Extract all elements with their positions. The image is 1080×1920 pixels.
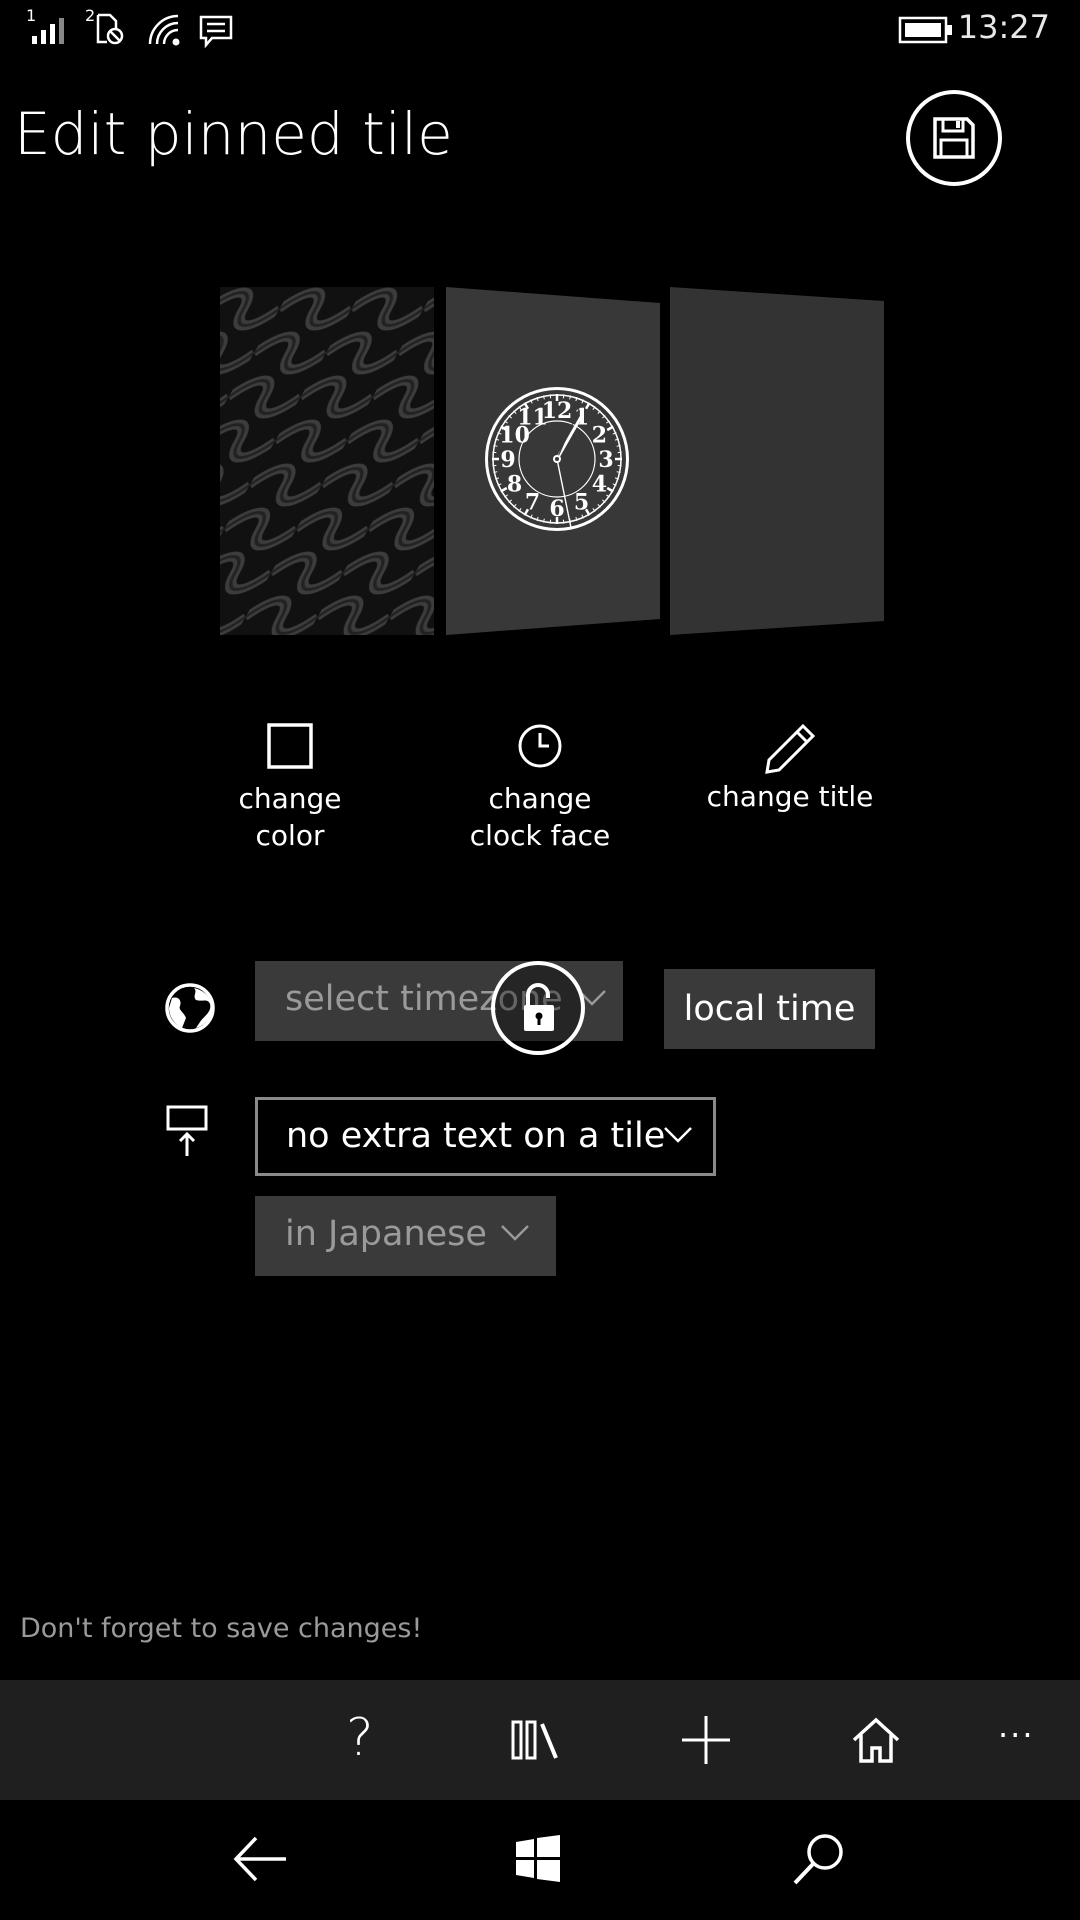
app-bar: ? ··· xyxy=(0,1680,1080,1800)
change-clock-face-label-2: clock face xyxy=(469,819,611,852)
change-title-button[interactable]: change title xyxy=(680,722,900,815)
home-button[interactable] xyxy=(846,1680,906,1800)
chevron-down-icon xyxy=(664,1127,692,1143)
home-icon xyxy=(852,1717,900,1763)
change-color-label-1: change xyxy=(238,782,342,815)
lock-button[interactable] xyxy=(491,961,585,1055)
pencil-icon xyxy=(765,723,816,774)
tile-preview-clock[interactable]: 12 1 2 3 4 5 6 7 8 9 10 11 xyxy=(440,287,666,635)
language-dropdown[interactable]: in Japanese xyxy=(255,1196,556,1276)
status-bar: 1 2 13:27 xyxy=(0,0,1080,60)
clock-number: 6 xyxy=(549,496,564,522)
more-icon: ··· xyxy=(998,1716,1035,1754)
clock-tile: 12 1234567891011 xyxy=(446,287,660,635)
help-icon: ? xyxy=(346,1708,374,1768)
message-icon xyxy=(199,15,233,48)
save-reminder-text: Don't forget to save changes! xyxy=(20,1613,423,1644)
tile-text-icon xyxy=(166,1105,208,1156)
add-button[interactable] xyxy=(676,1680,736,1800)
clock-number: 4 xyxy=(592,472,607,498)
chevron-down-icon xyxy=(501,1225,529,1241)
sim2-no-service-icon xyxy=(96,13,124,45)
change-clock-face-label-1: change xyxy=(488,782,592,815)
navigation-bar xyxy=(0,1800,1080,1920)
back-icon[interactable] xyxy=(232,1834,288,1884)
library-button[interactable] xyxy=(506,1680,566,1800)
change-color-label-2: color xyxy=(255,819,325,852)
clock-number: 11 xyxy=(517,405,548,431)
wave-pattern xyxy=(220,287,434,635)
clock-face-icon: 12 1234567891011 xyxy=(485,387,629,531)
floppy-disk-icon xyxy=(933,117,975,159)
local-time-button[interactable]: local time xyxy=(664,969,875,1049)
windows-icon[interactable] xyxy=(514,1834,562,1884)
save-button[interactable] xyxy=(906,90,1002,186)
help-button[interactable]: ? xyxy=(334,1680,394,1800)
tile-preview-pattern[interactable] xyxy=(220,287,434,635)
clock-number: 7 xyxy=(525,489,540,515)
more-button[interactable]: ··· xyxy=(990,1680,1050,1800)
change-color-button[interactable]: change color xyxy=(180,722,400,854)
clock-number: 3 xyxy=(598,447,613,473)
wifi-icon xyxy=(148,14,180,46)
change-title-label: change title xyxy=(706,780,874,813)
search-icon[interactable] xyxy=(792,1832,846,1886)
status-time: 13:27 xyxy=(957,8,1050,46)
blank-tile xyxy=(670,287,884,635)
clock-icon xyxy=(518,724,562,768)
clock-number: 2 xyxy=(592,423,607,449)
clock-number: 5 xyxy=(574,489,589,515)
square-icon xyxy=(267,723,313,769)
globe-icon xyxy=(165,983,215,1033)
tile-preview-blank[interactable] xyxy=(668,287,886,635)
change-clock-face-button[interactable]: change clock face xyxy=(430,722,650,854)
clock-number: 9 xyxy=(500,447,515,473)
extra-text-dropdown[interactable]: no extra text on a tile xyxy=(255,1097,716,1176)
unlocked-padlock-icon xyxy=(524,983,554,1031)
add-icon xyxy=(682,1716,730,1764)
clock-number: 8 xyxy=(507,472,522,498)
signal-icon xyxy=(32,18,64,44)
library-icon xyxy=(511,1720,558,1760)
page-title: Edit pinned tile xyxy=(14,100,453,168)
language-value: in Japanese xyxy=(285,1214,487,1254)
battery-icon xyxy=(898,16,952,44)
extra-text-value: no extra text on a tile xyxy=(286,1116,666,1156)
